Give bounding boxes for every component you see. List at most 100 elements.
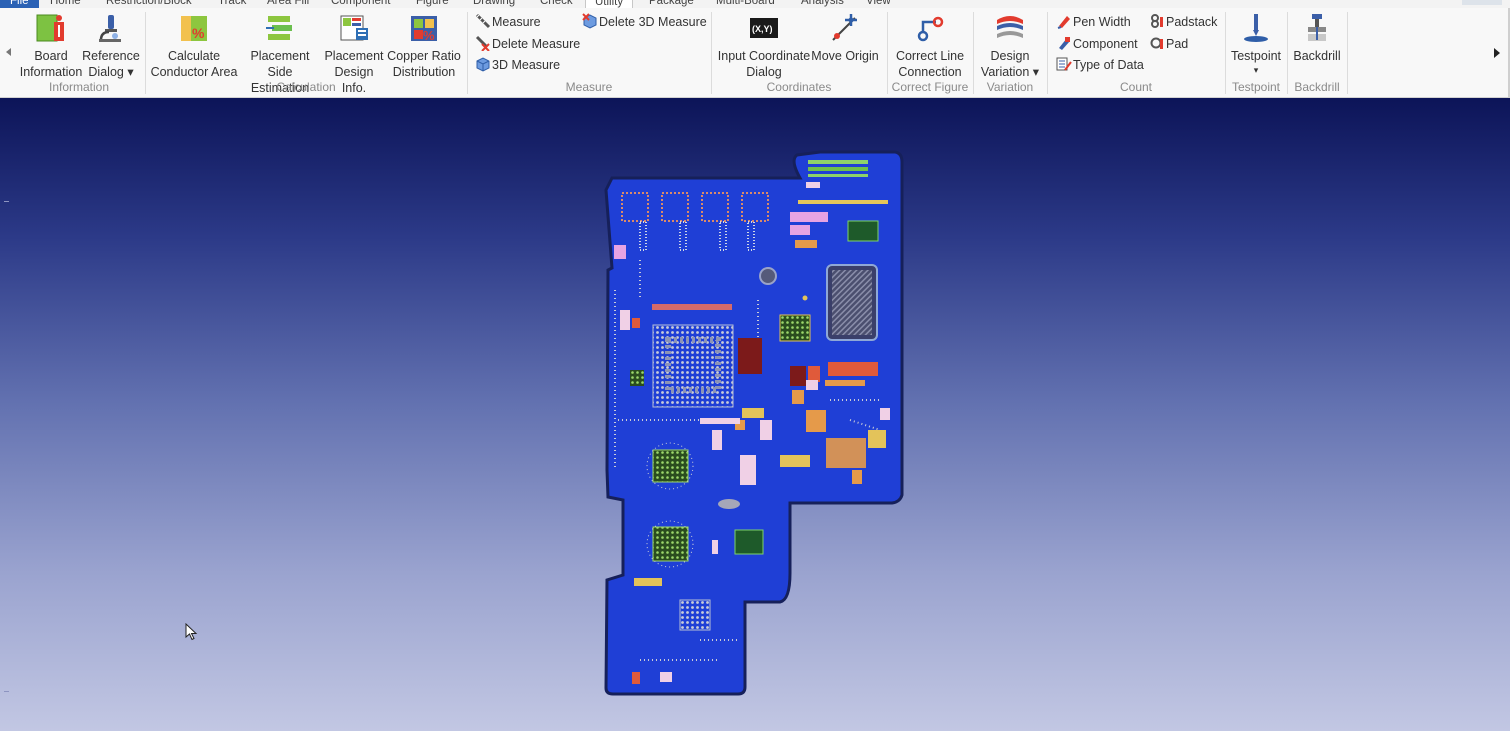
tab-file[interactable]: File [0, 0, 39, 8]
3d-measure-button[interactable]: 3D Measure [475, 56, 560, 74]
reference-dialog-label-1: Reference [82, 49, 140, 63]
move-origin-label: Move Origin [811, 49, 879, 63]
type-of-data-button[interactable]: Type of Data [1056, 56, 1144, 74]
backdrill-button[interactable]: Backdrill [1290, 10, 1344, 64]
correct-line-connection-icon [917, 16, 944, 42]
board-information-label-2: Information [19, 65, 83, 79]
calculate-conductor-area-icon: % [181, 16, 207, 41]
group-label-calculation: Calculation [276, 80, 336, 94]
pad-label: Pad [1166, 37, 1189, 51]
pen-width-label: Pen Width [1073, 15, 1131, 29]
calc-label-2: Conductor Area [150, 65, 238, 79]
group-label-measure: Measure [565, 80, 613, 94]
input-coordinate-label-1: Input Coordinate [717, 49, 811, 63]
group-measure: Measure Delete Measure 3D Measure Delete… [468, 8, 710, 97]
pcb-board[interactable] [0, 98, 1510, 731]
backdrill-icon [1308, 14, 1326, 41]
design-variation-label-1: Design [990, 49, 1030, 63]
measure-label: Measure [492, 15, 541, 29]
component-count-button[interactable]: Component [1056, 35, 1138, 53]
testpoint-icon [1244, 14, 1268, 42]
input-coordinate-dialog-button[interactable]: (X,Y) Input Coordinate Dialog [716, 10, 812, 80]
board-information-icon [36, 14, 64, 42]
pad-button[interactable]: Pad [1149, 35, 1188, 53]
svg-text:(X,Y): (X,Y) [752, 24, 773, 34]
input-coordinate-label-2: Dialog [746, 65, 782, 79]
group-label-backdrill: Backdrill [1294, 80, 1340, 94]
bga-lower-1 [652, 449, 689, 483]
tab-view[interactable]: View [866, 0, 891, 8]
design-canvas[interactable] [0, 98, 1510, 731]
tab-drawing[interactable]: Drawing [473, 0, 515, 8]
padstack-label: Padstack [1166, 15, 1218, 29]
pse-label-1: Placement Side [250, 49, 310, 79]
crd-label-1: Copper Ratio [387, 49, 461, 63]
group-label-correct-figure: Correct Figure [891, 80, 969, 94]
tab-multi-board[interactable]: Multi-Board [716, 0, 775, 8]
copper-ratio-distribution-icon: % [411, 16, 437, 43]
type-of-data-icon [1056, 57, 1072, 71]
board-information-button[interactable]: Board Information [16, 10, 86, 80]
group-correct-figure: Correct Line Connection Correct Figure [888, 8, 972, 97]
design-variation-label-2: Variation ▾ [980, 65, 1040, 79]
measure-icon [475, 13, 491, 29]
bga-lower-2 [652, 526, 689, 562]
tab-component[interactable]: Component [331, 0, 390, 8]
delete-measure-button[interactable]: Delete Measure [475, 35, 580, 53]
testpoint-button[interactable]: Testpoint ▾ [1228, 10, 1284, 76]
window-controls[interactable] [1462, 0, 1502, 5]
group-coordinates: (X,Y) Input Coordinate Dialog Move Origi… [712, 8, 886, 97]
svg-text:%: % [423, 28, 435, 43]
padstack-button[interactable]: Padstack [1149, 13, 1217, 31]
tab-package[interactable]: Package [649, 0, 694, 8]
group-count: Pen Width Component Type of Data Padstac… [1048, 8, 1224, 97]
design-variation-icon [997, 16, 1023, 38]
pad-icon [1150, 37, 1163, 49]
backdrill-label: Backdrill [1293, 49, 1341, 63]
move-origin-icon [832, 14, 857, 41]
component-count-icon [1059, 37, 1070, 50]
group-label-information: Information [48, 80, 110, 94]
mounting-hole [759, 267, 777, 285]
reference-dialog-label-2: Dialog ▾ [88, 65, 134, 79]
ribbon-tab-bar: File Home Restriction/Block Track Area F… [0, 0, 1510, 8]
tab-track[interactable]: Track [218, 0, 246, 8]
tab-area-fill[interactable]: Area Fill [267, 0, 309, 8]
board-information-label-1: Board [34, 49, 68, 63]
tab-home[interactable]: Home [50, 0, 81, 8]
tab-analysis[interactable]: Analysis [801, 0, 844, 8]
calculate-conductor-area-button[interactable]: % Calculate Conductor Area [150, 10, 238, 80]
tab-figure[interactable]: Figure [416, 0, 449, 8]
placement-design-info-icon [340, 15, 368, 41]
tab-check[interactable]: Check [540, 0, 573, 8]
move-origin-button[interactable]: Move Origin [810, 10, 880, 64]
ribbon-scroll-right-icon[interactable] [1494, 48, 1500, 58]
group-variation: Design Variation ▾ Variation [974, 8, 1046, 97]
tab-restriction-block[interactable]: Restriction/Block [106, 0, 192, 8]
svg-text:%: % [192, 25, 205, 41]
group-label-count: Count [1119, 80, 1153, 94]
reference-dialog-button[interactable]: Reference Dialog ▾ [82, 10, 140, 80]
delete-3d-measure-button[interactable]: Delete 3D Measure [582, 13, 707, 31]
pen-width-button[interactable]: Pen Width [1056, 13, 1131, 31]
input-coordinate-icon: (X,Y) [750, 18, 778, 38]
correct-line-label-2: Connection [898, 65, 962, 79]
testpoint-dropdown-caret[interactable]: ▾ [1228, 64, 1284, 76]
3d-measure-icon [476, 57, 490, 72]
pdi-label-1: Placement [324, 49, 384, 63]
design-variation-button[interactable]: Design Variation ▾ [976, 10, 1044, 80]
testpoint-label: Testpoint [1230, 49, 1282, 63]
group-label-variation: Variation [986, 80, 1034, 94]
copper-ratio-distribution-button[interactable]: % Copper Ratio Distribution [384, 10, 464, 80]
measure-button[interactable]: Measure [475, 13, 541, 31]
mouse-cursor-icon [185, 623, 198, 641]
delete-3d-measure-icon [582, 13, 597, 29]
group-calculation: % Calculate Conductor Area Placement Sid… [146, 8, 466, 97]
reference-dialog-icon [99, 15, 121, 42]
correct-line-connection-button[interactable]: Correct Line Connection [890, 10, 970, 80]
tab-utility[interactable]: Utility [585, 0, 634, 8]
group-testpoint: Testpoint ▾ Testpoint [1226, 8, 1286, 97]
delete-3d-measure-label: Delete 3D Measure [599, 15, 707, 29]
ribbon-scroll-left-icon[interactable] [6, 48, 11, 56]
group-backdrill: Backdrill Backdrill [1288, 8, 1346, 97]
